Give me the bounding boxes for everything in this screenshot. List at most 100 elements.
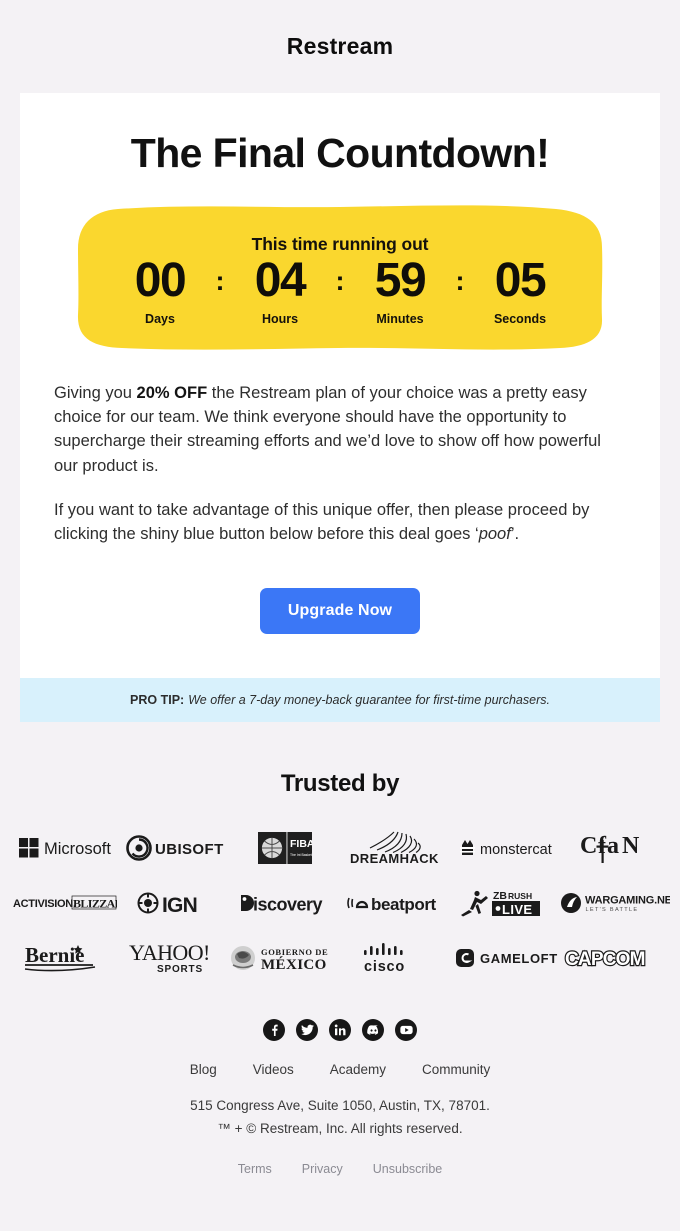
- svg-text:UBISOFT: UBISOFT: [155, 841, 224, 858]
- logo-row-3: Bernie YAHOO! SPORTS GOBIERNO DE MÉXICO …: [10, 930, 670, 985]
- microsoft-logo-mark: Microsoft: [19, 837, 111, 858]
- countdown-separator-2: :: [335, 265, 345, 296]
- countdown-separator-3: :: [455, 265, 465, 296]
- facebook-glyph: [272, 1025, 278, 1037]
- countdown-value-days: 00: [134, 253, 187, 307]
- gobierno-de-mexico-logo-mark: GOBIERNO DE MÉXICO: [231, 945, 328, 973]
- facebook-icon[interactable]: [263, 1019, 285, 1042]
- countdown-label-minutes: Minutes: [376, 311, 424, 326]
- svg-text:Bernie: Bernie: [25, 943, 84, 967]
- svg-text:a: a: [607, 833, 619, 859]
- svg-text:beatport: beatport: [371, 895, 437, 914]
- address-line: 515 Congress Ave, Suite 1050, Austin, TX…: [190, 1098, 490, 1114]
- p2-text-b: ’.: [510, 525, 520, 544]
- countdown-value-seconds: 05: [494, 253, 547, 307]
- svg-text:FIBA: FIBA: [290, 838, 312, 850]
- linkedin-icon[interactable]: [329, 1019, 351, 1042]
- svg-text:BLIZZARD: BLIZZARD: [73, 896, 117, 910]
- cisco-logo: cisco: [341, 930, 451, 985]
- svg-text:LET'S BATTLE: LET'S BATTLE: [586, 907, 639, 913]
- capcom-logo-mark: CAPCOM: [564, 948, 647, 971]
- logo-row-1: Microsoft UBISOFT FIBA The Int Baske DRE…: [10, 820, 670, 875]
- trusted-by-heading: Trusted by: [280, 770, 400, 798]
- countdown-value-minutes: 59: [374, 253, 427, 307]
- social-links: [0, 1019, 680, 1042]
- footer-link-community[interactable]: Community: [422, 1062, 490, 1077]
- upgrade-now-button[interactable]: Upgrade Now: [259, 588, 421, 635]
- countdown-unit-days: 00 Days: [108, 253, 212, 326]
- yahoo-sports-logo: YAHOO! SPORTS: [120, 930, 230, 985]
- countdown-title: This time running out: [251, 233, 429, 254]
- pro-tip-text: We offer a 7-day money-back guarantee fo…: [188, 693, 550, 708]
- gameloft-logo-mark: GAMELOFT: [455, 948, 558, 967]
- gameloft-logo: GAMELOFT: [451, 930, 561, 985]
- ign-logo-mark: IGN: [137, 892, 198, 916]
- footer-link-blog[interactable]: Blog: [190, 1062, 217, 1077]
- monstercat-logo: monstercat: [450, 820, 560, 875]
- svg-text:WARGAMING.NET: WARGAMING.NET: [585, 894, 670, 906]
- page-title: The Final Countdown!: [130, 130, 550, 176]
- cfan-logo: C f a N: [560, 820, 670, 875]
- svg-text:monstercat: monstercat: [480, 842, 552, 858]
- copyright-line: ™ + © Restream, Inc. All rights reserved…: [217, 1120, 463, 1136]
- svg-text:iscovery: iscovery: [253, 894, 323, 914]
- cfan-logo-mark: C f a N: [580, 833, 640, 863]
- email-page: Restream The Final Countdown! This time …: [0, 0, 680, 1231]
- svg-text:Microsoft: Microsoft: [44, 840, 111, 858]
- svg-text:N: N: [622, 833, 640, 859]
- microsoft-logo: Microsoft: [10, 820, 120, 875]
- discord-icon[interactable]: [362, 1019, 384, 1042]
- footer: Blog Videos Academy Community 515 Congre…: [0, 985, 680, 1216]
- svg-text:CAPCOM: CAPCOM: [565, 949, 645, 970]
- gobierno-de-mexico-logo: GOBIERNO DE MÉXICO: [229, 930, 341, 985]
- footer-link-videos[interactable]: Videos: [253, 1062, 294, 1077]
- body-copy: Giving you 20% OFF the Restream plan of …: [54, 381, 626, 547]
- footer-address: 515 Congress Ave, Suite 1050, Austin, TX…: [0, 1095, 680, 1140]
- countdown-unit-minutes: 59 Minutes: [348, 253, 452, 326]
- discovery-logo-mark: iscovery: [241, 894, 323, 914]
- paragraph-instructions: If you want to take advantage of this un…: [54, 498, 626, 547]
- wargaming-logo-mark: WARGAMING.NET LET'S BATTLE: [561, 892, 670, 913]
- zbrush-live-logo: ZB RUSH LIVE: [450, 875, 560, 930]
- youtube-icon[interactable]: [395, 1019, 417, 1042]
- countdown-unit-hours: 04 Hours: [228, 253, 332, 326]
- legal-link-unsubscribe[interactable]: Unsubscribe: [373, 1162, 442, 1176]
- countdown-value-hours: 04: [254, 253, 307, 307]
- svg-text:SPORTS: SPORTS: [157, 964, 203, 975]
- youtube-glyph: [399, 1026, 413, 1035]
- capcom-logo: CAPCOM: [560, 930, 670, 985]
- dreamhack-logo-mark: DREAMHACK: [350, 831, 439, 866]
- legal-link-privacy[interactable]: Privacy: [302, 1162, 343, 1176]
- pro-tip-banner: PRO TIP: We offer a 7-day money-back guar…: [20, 678, 660, 723]
- fiba-logo-mark: FIBA The Int Basketball: [258, 831, 312, 864]
- bernie-logo-mark: Bernie: [24, 943, 95, 972]
- restream-wordmark: Restream: [286, 33, 394, 59]
- beatport-logo: beatport: [340, 875, 450, 930]
- dreamhack-logo: DREAMHACK: [340, 820, 450, 875]
- svg-text:C: C: [580, 833, 597, 859]
- svg-text:YAHOO!: YAHOO!: [129, 941, 210, 965]
- discord-glyph: [366, 1025, 378, 1036]
- svg-text:IGN: IGN: [162, 894, 197, 916]
- wargaming-logo: WARGAMING.NET LET'S BATTLE: [560, 875, 670, 930]
- paragraph-offer: Giving you 20% OFF the Restream plan of …: [54, 381, 626, 478]
- poof-emphasis: poof: [478, 525, 511, 544]
- monstercat-logo-mark: monstercat: [460, 839, 552, 858]
- legal-link-terms[interactable]: Terms: [238, 1162, 272, 1176]
- linkedin-glyph: [334, 1024, 346, 1036]
- footer-link-academy[interactable]: Academy: [330, 1062, 386, 1077]
- main-card: The Final Countdown! This time running o…: [20, 93, 660, 679]
- svg-text:RUSH: RUSH: [508, 891, 532, 901]
- svg-text:GOBIERNO DE: GOBIERNO DE: [261, 947, 328, 957]
- twitter-icon[interactable]: [296, 1019, 318, 1042]
- ubisoft-logo-mark: UBISOFT: [126, 835, 224, 861]
- svg-text:cisco: cisco: [364, 959, 405, 975]
- svg-text:MÉXICO: MÉXICO: [261, 956, 327, 973]
- svg-text:The Int Basketball: The Int Basketball: [290, 853, 312, 857]
- countdown-units: 00 Days : 04 Hours : 59 Minutes : 05 Sec…: [108, 253, 572, 326]
- ubisoft-logo: UBISOFT: [120, 820, 230, 875]
- footer-nav: Blog Videos Academy Community: [0, 1062, 680, 1077]
- fiba-logo: FIBA The Int Basketball: [230, 820, 340, 875]
- svg-text:GAMELOFT: GAMELOFT: [480, 951, 558, 966]
- countdown-unit-seconds: 05 Seconds: [468, 253, 572, 326]
